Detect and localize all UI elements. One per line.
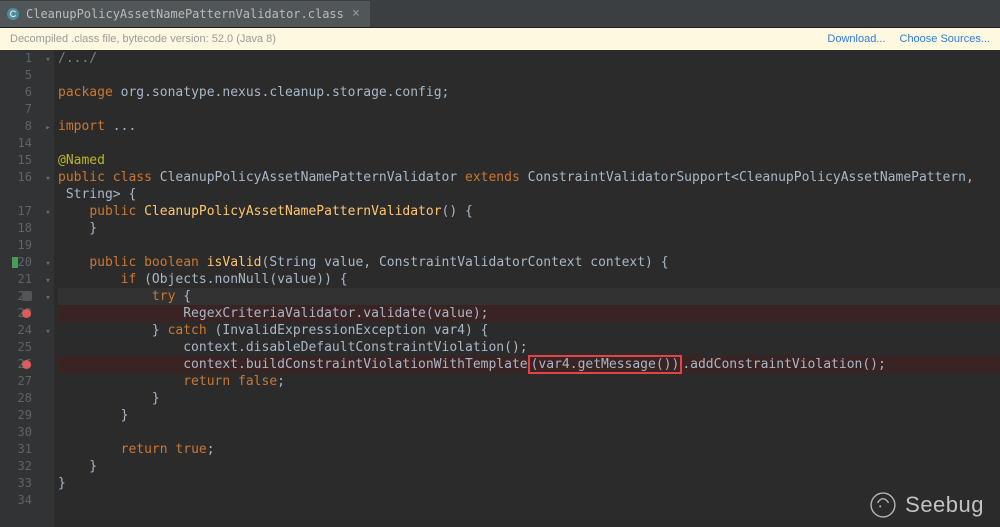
code-area[interactable]: /.../ package org.sonatype.nexus.cleanup.… (54, 50, 1000, 527)
code-line[interactable]: public boolean isValid(String value, Con… (58, 254, 1000, 271)
code-line[interactable] (58, 101, 1000, 118)
code-line[interactable]: if (Objects.nonNull(value)) { (58, 271, 1000, 288)
choose-sources-link[interactable]: Choose Sources... (900, 33, 991, 45)
code-line[interactable]: import ... (58, 118, 1000, 135)
download-link[interactable]: Download... (827, 33, 885, 45)
line-number-gutter: 1567814151617181920212223242526272829303… (0, 50, 42, 527)
code-line[interactable]: public CleanupPolicyAssetNamePatternVali… (58, 203, 1000, 220)
code-line[interactable]: String> { (58, 186, 1000, 203)
code-line[interactable]: try { (58, 288, 1000, 305)
code-line[interactable]: public class CleanupPolicyAssetNamePatte… (58, 169, 1000, 186)
code-line[interactable]: return true; (58, 441, 1000, 458)
code-line[interactable]: } (58, 458, 1000, 475)
file-tab[interactable]: C CleanupPolicyAssetNamePatternValidator… (0, 1, 370, 27)
code-line[interactable]: @Named (58, 152, 1000, 169)
editor[interactable]: 1567814151617181920212223242526272829303… (0, 50, 1000, 527)
code-line[interactable]: } (58, 475, 1000, 492)
code-line[interactable]: RegexCriteriaValidator.validate(value); (58, 305, 1000, 322)
close-icon[interactable]: × (350, 8, 362, 20)
code-line[interactable] (58, 237, 1000, 254)
code-line[interactable]: return false; (58, 373, 1000, 390)
code-line[interactable] (58, 135, 1000, 152)
class-file-icon: C (6, 7, 20, 21)
code-line[interactable] (58, 424, 1000, 441)
fold-gutter[interactable] (42, 50, 54, 527)
tab-label: CleanupPolicyAssetNamePatternValidator.c… (26, 7, 344, 21)
code-line[interactable] (58, 492, 1000, 509)
banner-text: Decompiled .class file, bytecode version… (10, 33, 276, 45)
code-line[interactable]: } catch (InvalidExpressionException var4… (58, 322, 1000, 339)
code-line[interactable]: package org.sonatype.nexus.cleanup.stora… (58, 84, 1000, 101)
code-line[interactable]: context.buildConstraintViolationWithTemp… (58, 356, 1000, 373)
code-line[interactable]: } (58, 407, 1000, 424)
code-line[interactable] (58, 67, 1000, 84)
code-line[interactable]: } (58, 390, 1000, 407)
svg-text:C: C (10, 9, 17, 19)
decompiled-banner: Decompiled .class file, bytecode version… (0, 28, 1000, 50)
tab-bar: C CleanupPolicyAssetNamePatternValidator… (0, 0, 1000, 28)
code-line[interactable]: /.../ (58, 50, 1000, 67)
code-line[interactable]: context.disableDefaultConstraintViolatio… (58, 339, 1000, 356)
code-line[interactable]: } (58, 220, 1000, 237)
seebug-watermark: Seebug (869, 491, 984, 519)
